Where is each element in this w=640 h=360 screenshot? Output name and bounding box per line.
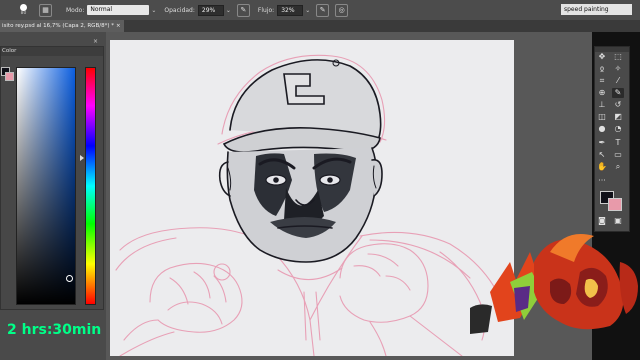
- airbrush-icon: ✎: [319, 6, 326, 14]
- close-icon[interactable]: ×: [93, 38, 98, 45]
- flow-dropdown-icon[interactable]: ⌄: [305, 7, 310, 14]
- pressure-opacity-icon: ✎: [240, 6, 247, 14]
- crop-icon[interactable]: ⌗: [596, 76, 608, 86]
- hand-icon[interactable]: ✋: [596, 162, 608, 172]
- brush-panel-toggle-button[interactable]: ▦: [39, 3, 52, 17]
- zoom-icon[interactable]: ⌕: [612, 162, 624, 172]
- flow-field[interactable]: 32%: [277, 4, 304, 16]
- mode-select[interactable]: Normal: [87, 5, 150, 15]
- mode-value: Normal: [90, 6, 113, 13]
- timer-overlay: 2 hrs:30min: [7, 322, 102, 338]
- path-select-icon[interactable]: ↖: [596, 150, 608, 160]
- brush-size-value: 80: [20, 10, 27, 16]
- sketch-drawing: [115, 54, 497, 356]
- color-picker-marker[interactable]: [66, 275, 73, 282]
- rectangle-icon[interactable]: ▭: [612, 150, 624, 160]
- bucket-icon[interactable]: ◩: [612, 112, 624, 122]
- eyedropper-icon[interactable]: ⁄: [612, 76, 624, 86]
- options-bar: 80 ▦ Modo: Normal ⌄ Opacidad: 29% ⌄ ✎ Fl…: [0, 0, 640, 21]
- document-canvas[interactable]: [110, 40, 514, 356]
- dodge-icon[interactable]: ◔: [612, 124, 624, 134]
- document-title: isito rey.psd al 16,7% (Capa 2, RGB/8*) …: [2, 23, 114, 29]
- more-icon[interactable]: ···: [596, 176, 608, 186]
- pressure-opacity-button[interactable]: ✎: [236, 3, 250, 17]
- tab-strip: [124, 20, 640, 32]
- brush-preset-icon: [20, 3, 27, 11]
- brush-panel-icon: ▦: [42, 6, 49, 14]
- healing-icon[interactable]: ⊕: [596, 88, 608, 98]
- mode-label: Modo:: [66, 6, 85, 14]
- flow-value: 32%: [281, 6, 295, 14]
- move-icon[interactable]: ✥: [596, 52, 608, 62]
- toolbar-background-color[interactable]: [608, 198, 622, 211]
- document-tab[interactable]: isito rey.psd al 16,7% (Capa 2, RGB/8*) …: [0, 20, 126, 32]
- workspace-value: speed painting: [564, 6, 609, 13]
- decorative-artwork: [470, 234, 638, 334]
- hue-slider-caret-icon[interactable]: [80, 155, 84, 161]
- flow-label: Flujo:: [257, 6, 275, 14]
- marquee-icon[interactable]: ⬚: [612, 52, 624, 62]
- opacity-field[interactable]: 29%: [197, 4, 224, 16]
- blur-icon[interactable]: ●: [596, 124, 608, 134]
- chevron-down-icon[interactable]: ⌄: [151, 7, 156, 14]
- pen-icon[interactable]: ✒: [596, 138, 608, 148]
- type-icon[interactable]: T: [612, 138, 624, 148]
- close-icon[interactable]: ×: [116, 23, 121, 29]
- hue-slider[interactable]: [85, 67, 96, 305]
- eraser-icon[interactable]: ◫: [596, 112, 608, 122]
- pressure-size-button[interactable]: ◎: [335, 3, 349, 17]
- opacity-value: 29%: [201, 6, 216, 14]
- opacity-dropdown-icon[interactable]: ⌄: [226, 7, 231, 14]
- pressure-size-icon: ◎: [338, 6, 345, 14]
- brush-tool-icon[interactable]: ✎: [612, 88, 624, 98]
- lasso-icon[interactable]: ჲ: [596, 64, 608, 74]
- color-panel-title: Color: [2, 48, 17, 54]
- magic-wand-icon[interactable]: ✧: [612, 64, 624, 74]
- color-panel-header: Color: [1, 47, 103, 56]
- saturation-brightness-field[interactable]: [16, 67, 76, 305]
- background-swatch[interactable]: [5, 72, 14, 81]
- color-panel: Color: [0, 46, 104, 310]
- opacity-label: Opacidad:: [164, 6, 195, 14]
- stamp-icon[interactable]: ⊥: [596, 100, 608, 110]
- airbrush-button[interactable]: ✎: [316, 3, 330, 17]
- brush-preset-picker[interactable]: 80: [20, 3, 27, 17]
- history-brush-icon[interactable]: ↺: [612, 100, 624, 110]
- workspace-select[interactable]: speed painting: [561, 4, 632, 15]
